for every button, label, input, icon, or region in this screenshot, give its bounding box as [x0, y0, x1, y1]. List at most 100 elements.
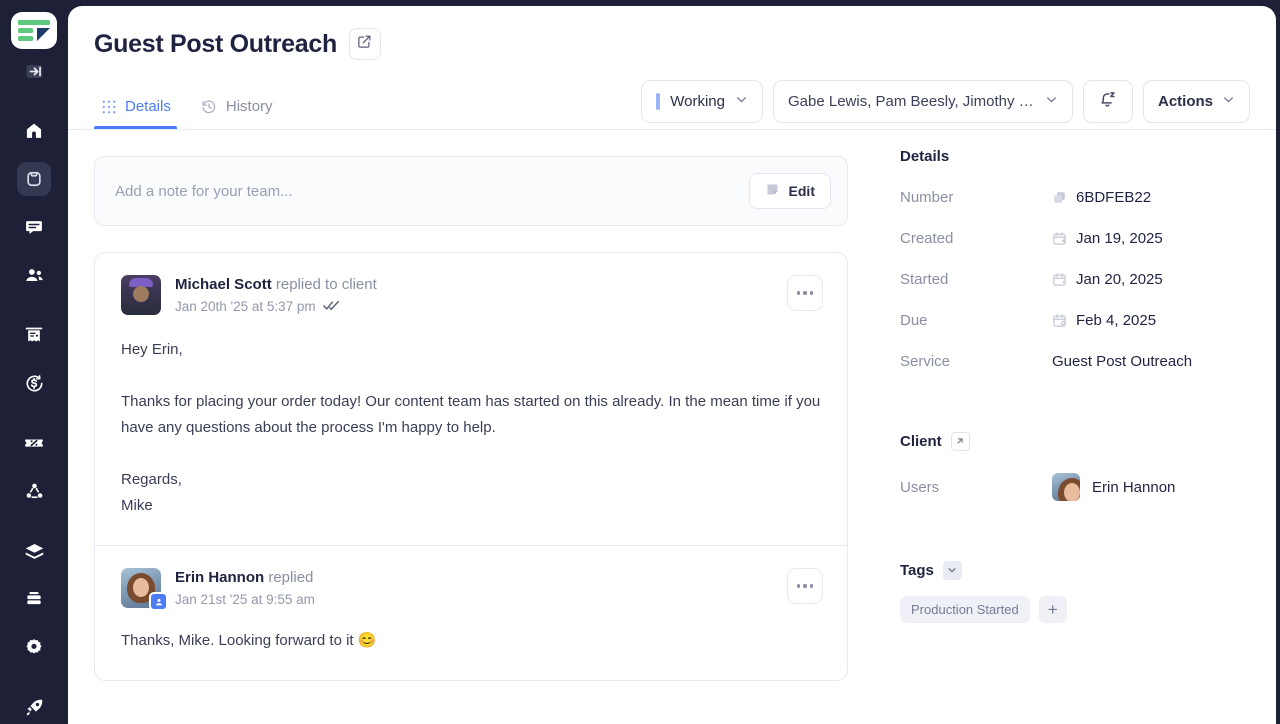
- edit-square-icon: [357, 34, 372, 54]
- refunds-icon: [24, 373, 45, 394]
- status-dropdown[interactable]: Working: [641, 80, 763, 123]
- tab-details[interactable]: Details: [94, 92, 185, 129]
- open-client-button[interactable]: [950, 432, 970, 451]
- sidebar-item-settings[interactable]: [17, 630, 51, 664]
- message-menu-button[interactable]: [787, 275, 823, 311]
- detail-value-wrap: Feb 4, 2025: [1052, 312, 1156, 329]
- sidebar-item-collapse-sidebar[interactable]: [17, 54, 51, 88]
- home-icon: [24, 121, 44, 141]
- message-author: Michael Scott: [175, 276, 272, 293]
- main-panel: Guest Post Outreach Details History Work…: [68, 6, 1276, 724]
- client-user-name: Erin Hannon: [1092, 478, 1176, 496]
- assignee-dropdown[interactable]: Gabe Lewis, Pam Beesly, Jimothy Hal...: [772, 80, 1073, 123]
- detail-row-number: Number 6BDFEB22: [900, 189, 1250, 206]
- settings-gear-icon: [24, 637, 44, 657]
- message-author-line: Erin Hannon replied: [175, 569, 773, 586]
- sidebar-item-refunds[interactable]: [17, 366, 51, 400]
- sidebar-item-orders[interactable]: [17, 162, 51, 196]
- message-menu-button[interactable]: [787, 568, 823, 604]
- sidebar: [0, 0, 68, 724]
- conversation-column: Add a note for your team... Edit Michael…: [94, 130, 848, 681]
- snooze-button[interactable]: [1082, 80, 1133, 123]
- detail-value: 6BDFEB22: [1076, 189, 1152, 206]
- details-heading: Details: [900, 148, 1250, 165]
- tags-toggle-button[interactable]: [942, 561, 962, 580]
- message-author-line: Michael Scott replied to client: [175, 276, 773, 293]
- detail-row-due: Due Feb 4, 2025: [900, 312, 1250, 329]
- sidebar-item-messages[interactable]: [17, 210, 51, 244]
- sidebar-item-home[interactable]: [17, 114, 51, 148]
- message-author: Erin Hannon: [175, 569, 265, 586]
- tag-chip[interactable]: Production Started: [900, 596, 1030, 623]
- coupons-icon: [23, 432, 45, 454]
- client-user-badge-icon: [149, 592, 168, 611]
- double-check-icon: [322, 299, 340, 314]
- title-row: Guest Post Outreach: [94, 28, 1250, 60]
- tab-history[interactable]: History: [193, 92, 287, 129]
- calendar-play-icon: [1052, 272, 1067, 287]
- note-icon: [765, 182, 780, 200]
- detail-label: Service: [900, 353, 951, 370]
- message-timestamp-row: Jan 20th '25 at 5:37 pm: [175, 299, 773, 314]
- messages-icon: [24, 217, 44, 237]
- bell-snooze-icon: [1098, 90, 1117, 113]
- detail-value: Jan 20, 2025: [1076, 271, 1163, 288]
- copy-icon[interactable]: [1052, 190, 1067, 205]
- invoices-icon: [24, 325, 44, 345]
- detail-label: Number: [900, 189, 954, 206]
- sidebar-item-launch[interactable]: [17, 690, 51, 724]
- detail-row-started: Started Jan 20, 2025: [900, 271, 1250, 288]
- client-user-chip[interactable]: Erin Hannon: [1052, 473, 1175, 501]
- message-body: Thanks, Mike. Looking forward to it 😊: [121, 632, 377, 649]
- calendar-plus-icon: [1052, 231, 1067, 246]
- page-body: Add a note for your team... Edit Michael…: [68, 130, 1276, 681]
- tab-details-label: Details: [125, 98, 171, 115]
- avatar-wrap: [121, 568, 168, 611]
- sidebar-item-integrations[interactable]: [17, 474, 51, 508]
- header-controls: Working Gabe Lewis, Pam Beesly, Jimothy …: [641, 80, 1250, 129]
- actions-dropdown[interactable]: Actions: [1142, 80, 1250, 123]
- detail-value-wrap: Jan 20, 2025: [1052, 271, 1163, 288]
- integrations-icon: [24, 481, 45, 502]
- detail-value: Feb 4, 2025: [1076, 312, 1157, 329]
- team-note-placeholder: Add a note for your team...: [115, 182, 293, 200]
- add-tag-button[interactable]: +: [1038, 596, 1067, 623]
- sidebar-item-clients[interactable]: [17, 258, 51, 292]
- client-users-label: Users: [900, 478, 940, 496]
- sendsquare-logo[interactable]: [11, 12, 57, 49]
- message-meta: Erin Hannon replied Jan 21st '25 at 9:55…: [175, 568, 773, 607]
- sidebar-nav: [0, 54, 68, 724]
- clock-rewind-icon: [201, 99, 217, 115]
- edit-title-button[interactable]: [348, 28, 381, 60]
- tab-history-label: History: [225, 98, 273, 115]
- grid-dots-icon: [102, 100, 116, 114]
- erin-hannon-avatar: [1052, 473, 1080, 501]
- status-label: Working: [670, 93, 725, 110]
- layers-icon: [24, 541, 45, 562]
- detail-row-service: Service Guest Post Outreach: [900, 353, 1250, 370]
- tab-bar: Details History: [94, 92, 287, 129]
- calendar-clock-icon: [1052, 313, 1067, 328]
- details-heading-label: Details: [900, 148, 950, 165]
- edit-note-button[interactable]: Edit: [748, 173, 831, 209]
- orders-box-icon: [24, 169, 44, 189]
- message-header: Michael Scott replied to client Jan 20th…: [121, 275, 823, 315]
- avatar-wrap: [121, 275, 161, 315]
- collapse-panel-icon: [25, 62, 44, 81]
- arrow-up-right-icon: [955, 433, 965, 450]
- detail-row-created: Created Jan 19, 2025: [900, 230, 1250, 247]
- assignee-label: Gabe Lewis, Pam Beesly, Jimothy Hal...: [787, 93, 1035, 110]
- sidebar-item-coupons[interactable]: [17, 426, 51, 460]
- message-item: Erin Hannon replied Jan 21st '25 at 9:55…: [95, 545, 847, 680]
- client-heading-label: Client: [900, 433, 942, 450]
- sidebar-item-services[interactable]: [17, 534, 51, 568]
- sidebar-item-invoices[interactable]: [17, 318, 51, 352]
- rocket-icon: [24, 697, 45, 718]
- detail-value-wrap: Guest Post Outreach: [1052, 353, 1192, 370]
- message-timestamp-row: Jan 21st '25 at 9:55 am: [175, 592, 773, 607]
- message-timestamp: Jan 20th '25 at 5:37 pm: [175, 299, 316, 314]
- team-note-box[interactable]: Add a note for your team... Edit: [94, 156, 848, 226]
- detail-label: Due: [900, 312, 928, 329]
- detail-label: Started: [900, 271, 949, 288]
- sidebar-item-storage[interactable]: [17, 582, 51, 616]
